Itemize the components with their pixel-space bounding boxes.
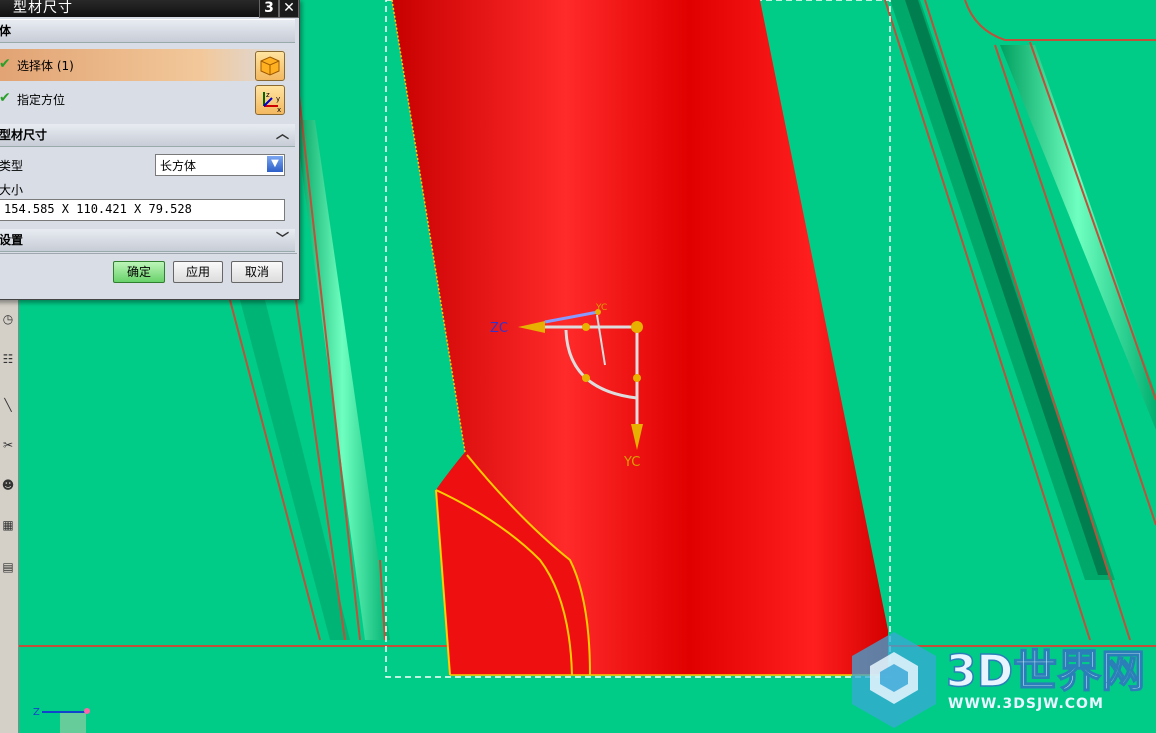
history-clock-icon[interactable]: ◷	[0, 306, 16, 332]
type-select-value: 长方体	[160, 159, 197, 173]
roles-icon[interactable]: ☻	[0, 472, 16, 498]
triad-z-label: Z	[33, 707, 40, 718]
zc-label: ZC	[490, 321, 508, 336]
resource-toolbar: ◷ ☷ ╲ ✂ ☻ ▦ ▤	[0, 300, 19, 733]
size-field[interactable]: 154.585 X 110.421 X 79.528	[0, 199, 285, 221]
collapse-up-icon[interactable]: ︿	[276, 124, 289, 146]
chevron-down-icon[interactable]: ▼	[267, 156, 283, 172]
specify-orientation-label: 指定方位	[17, 93, 66, 107]
assembly-icon[interactable]: ✂	[0, 432, 16, 458]
navigator-icon[interactable]: ☷	[0, 346, 16, 372]
type-row: 类型 长方体 ▼	[0, 154, 295, 176]
type-select[interactable]: 长方体 ▼	[155, 154, 285, 176]
svg-text:z: z	[266, 91, 270, 99]
watermark-url: WWW.3DSJW.COM	[948, 696, 1104, 712]
select-body-cube-icon[interactable]	[255, 51, 285, 81]
size-label-row: 大小	[0, 181, 295, 197]
section-settings[interactable]: 设置 ﹀	[0, 229, 295, 252]
check-icon: ✔	[0, 90, 11, 106]
cancel-button[interactable]: 取消	[231, 261, 283, 283]
view-triad: Z	[33, 707, 90, 733]
select-body-label: 选择体 (1)	[17, 59, 74, 73]
select-body-row[interactable]: ✔ 选择体 (1)	[0, 49, 295, 81]
section-settings-label: 设置	[0, 233, 24, 247]
origin-handle[interactable]	[631, 321, 643, 333]
section-body-label: 体	[0, 24, 12, 38]
ok-button[interactable]: 确定	[113, 261, 165, 283]
close-button[interactable]: ✕	[279, 0, 299, 18]
section-stock-size-label: 型材尺寸	[0, 128, 48, 142]
dialog-titlebar[interactable]: 型材尺寸 3 ✕	[0, 0, 299, 18]
yc-small-label: YC	[595, 303, 607, 313]
check-icon: ✔	[0, 56, 11, 72]
apply-button[interactable]: 应用	[173, 261, 223, 283]
watermark-brand: 3D世界网	[946, 646, 1145, 697]
dialog-title: 型材尺寸	[13, 0, 73, 16]
watermark-logo: 3D世界网 WWW.3DSJW.COM	[852, 632, 1146, 728]
size-label: 大小	[0, 183, 24, 197]
reset-button[interactable]: 3	[259, 0, 279, 18]
system-materials-icon[interactable]: ▤	[0, 554, 16, 580]
svg-text:x: x	[277, 106, 281, 114]
expand-down-icon[interactable]: ﹀	[276, 229, 289, 251]
size-row: 154.585 X 110.421 X 79.528	[0, 199, 295, 221]
section-stock-size[interactable]: 型材尺寸 ︿	[0, 124, 295, 147]
palette-icon[interactable]: ▦	[0, 512, 16, 538]
csys-orient-icon[interactable]: zyx	[255, 85, 285, 115]
size-field-value: 154.585 X 110.421 X 79.528	[4, 202, 192, 216]
stock-size-dialog: 型材尺寸 3 ✕ 体 ✔ 选择体 (1) ✔ 指定方位 zyx 型材尺寸 ︿ 类…	[0, 0, 300, 300]
tool-icon[interactable]: ╲	[0, 392, 16, 418]
yc-label: YC	[623, 455, 640, 470]
section-body[interactable]: 体	[0, 19, 295, 43]
type-label: 类型	[0, 159, 24, 173]
svg-text:y: y	[276, 95, 280, 103]
specify-orientation-row[interactable]: ✔ 指定方位 zyx	[0, 83, 295, 115]
